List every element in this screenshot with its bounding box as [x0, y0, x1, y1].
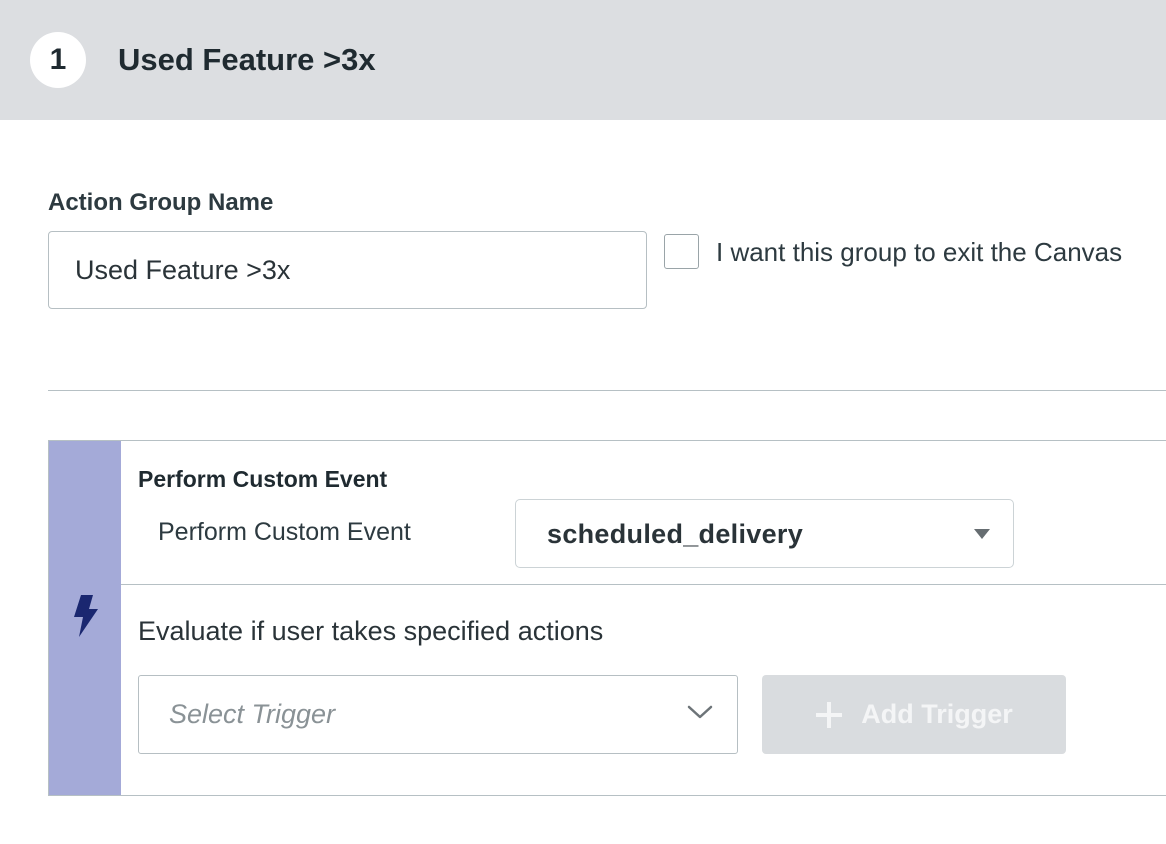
inner-divider [121, 584, 1166, 585]
section-divider [48, 390, 1166, 391]
plus-icon [816, 701, 843, 728]
evaluate-actions-label: Evaluate if user takes specified actions [138, 616, 604, 646]
add-trigger-button[interactable]: Add Trigger [762, 675, 1066, 754]
perform-custom-event-heading: Perform Custom Event [138, 466, 388, 492]
action-group-name-label: Action Group Name [48, 189, 274, 216]
exit-canvas-checkbox[interactable] [664, 234, 699, 269]
step-title: Used Feature >3x [118, 42, 376, 77]
action-panel-rail [49, 441, 121, 795]
perform-custom-event-label: Perform Custom Event [158, 518, 411, 546]
step-number-badge: 1 [30, 32, 86, 88]
exit-canvas-label[interactable]: I want this group to exit the Canvas [716, 235, 1122, 269]
step-header: 1 Used Feature >3x [0, 0, 1166, 120]
select-trigger-placeholder: Select Trigger [169, 699, 336, 729]
custom-event-selected-value: scheduled_delivery [547, 519, 804, 549]
lightning-bolt-icon [74, 595, 98, 637]
action-group-name-input[interactable] [48, 231, 647, 309]
chevron-down-icon [687, 705, 713, 719]
action-panel: Perform Custom Event Perform Custom Even… [48, 440, 1166, 796]
add-trigger-label: Add Trigger [861, 699, 1013, 729]
select-trigger-dropdown[interactable]: Select Trigger [138, 675, 738, 754]
caret-down-icon [974, 529, 990, 539]
custom-event-select[interactable]: scheduled_delivery [515, 499, 1014, 568]
